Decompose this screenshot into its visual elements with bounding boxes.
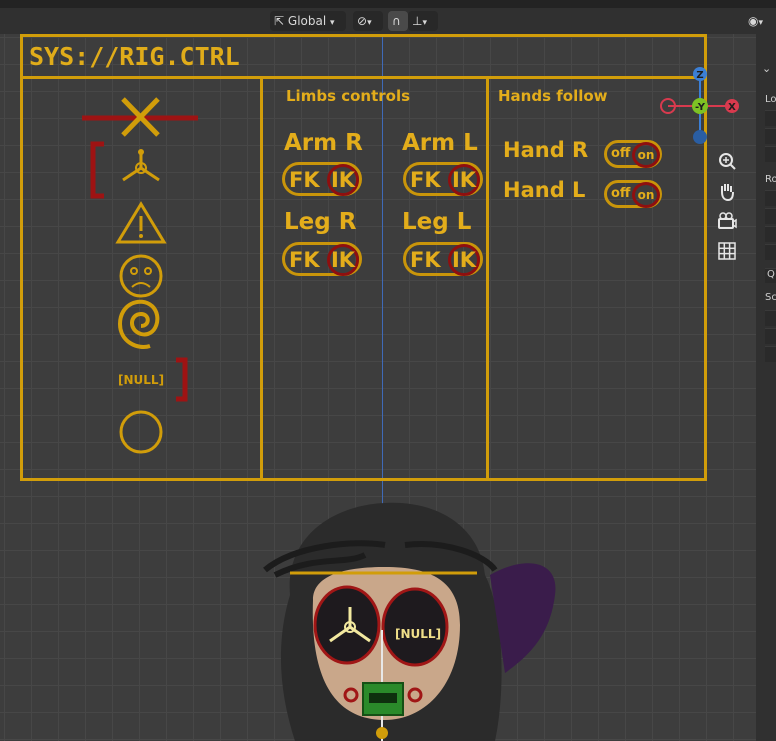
rotation-field[interactable] [765,208,776,224]
limb-toggle-arm-l[interactable]: FK IK [403,162,483,196]
eye-right [313,585,381,665]
spiral-icon[interactable] [117,299,160,349]
menu-strip [0,0,776,8]
scale-field[interactable] [765,328,776,344]
rotation-field[interactable] [765,190,776,206]
fk-option[interactable]: FK [289,168,320,192]
x-axis-label: X [728,102,736,113]
location-field[interactable] [765,110,776,126]
fk-option[interactable]: FK [410,248,441,272]
limb-label-leg-l: Leg L [402,209,472,235]
visibility-dropdown[interactable]: ◉▾ [744,11,776,31]
trinode-icon[interactable] [90,141,160,199]
negative-z-axis-handle[interactable] [693,130,707,144]
limb-label-arm-r: Arm R [284,130,363,156]
snap-target-dropdown[interactable]: ⊥▾ [408,11,438,31]
rig-icon-column: [NULL] [82,97,198,454]
navigation-gizmo[interactable]: Z X -Y [655,62,745,152]
grid-icon[interactable] [716,240,738,262]
viewport-header: ⇱ Global ▾ ⊘▾ ∩ ⊥▾ ◉▾ [0,8,776,34]
y-axis-label: -Y [695,102,706,113]
chevron-down-icon: ▾ [330,18,335,28]
ik-option[interactable]: IK [327,164,359,196]
z-axis-label: Z [696,70,703,81]
limb-toggle-leg-l[interactable]: FK IK [403,242,483,276]
character-model[interactable]: [NULL] [255,495,575,741]
chevron-down-icon: ▾ [758,18,764,28]
ik-option[interactable]: IK [327,244,359,276]
hand-label-l: Hand L [503,178,586,202]
warning-icon[interactable] [115,201,167,244]
location-field[interactable] [765,146,776,162]
scale-field[interactable] [765,310,776,326]
limb-toggle-arm-r[interactable]: FK IK [282,162,362,196]
zoom-icon[interactable] [716,150,738,172]
chevron-down-icon: ▾ [367,18,372,28]
rig-panel-divider [260,76,263,481]
rotation-mode-dropdown[interactable]: Q [765,268,776,283]
hand-label-r: Hand R [503,138,589,162]
snap-increment-icon: ⊥ [412,14,423,28]
off-option[interactable]: off [611,186,630,201]
chevron-down-icon[interactable]: ⌄ [762,62,771,75]
pivot-dropdown[interactable]: ⊘▾ [353,11,383,31]
on-option[interactable]: on [632,182,660,208]
jaw-control [376,727,388,739]
limb-toggle-leg-r[interactable]: FK IK [282,242,362,276]
limb-label-arm-l: Arm L [402,130,478,156]
ik-option[interactable]: IK [448,164,480,196]
location-field[interactable] [765,128,776,144]
eye-null-label: [NULL] [395,627,441,641]
ik-option[interactable]: IK [448,244,480,276]
rig-panel-divider [486,76,489,481]
eye-icon: ◉ [748,14,759,28]
camera-icon[interactable] [716,210,738,232]
sad-face-icon[interactable] [119,254,163,298]
circle-icon[interactable] [119,410,163,454]
pan-hand-icon[interactable] [716,180,738,202]
rotation-field[interactable] [765,244,776,260]
transform-orientation-icon: ⇱ [274,14,285,28]
null-icon[interactable]: [NULL] [118,357,188,402]
rig-panel-divider [20,76,707,79]
rig-panel-title: SYS://RIG.CTRL [29,42,240,71]
hand-follow-toggle-r[interactable]: off on [604,140,662,168]
chevron-down-icon: ▾ [422,18,427,28]
off-option[interactable]: off [611,146,630,161]
snap-toggle[interactable]: ∩ [388,11,408,31]
fk-option[interactable]: FK [289,248,320,272]
scale-field[interactable] [765,346,776,362]
magnet-icon: ∩ [392,14,401,28]
link-icon: ⊘ [357,14,368,28]
limbs-section-title: Limbs controls [286,87,411,105]
hands-section-title: Hands follow [498,87,608,105]
sidebar-label-location: Lo [765,94,776,105]
orientation-dropdown[interactable]: ⇱ Global ▾ [270,11,346,31]
hand-follow-toggle-l[interactable]: off on [604,180,662,208]
cross-icon[interactable] [82,97,198,137]
fk-option[interactable]: FK [410,168,441,192]
sidebar-label-scale: Sc [765,292,776,303]
rotation-field[interactable] [765,226,776,242]
null-icon-label: [NULL] [118,373,164,387]
limb-label-leg-r: Leg R [284,209,357,235]
sidebar-label-rotation: Ro [765,174,776,185]
